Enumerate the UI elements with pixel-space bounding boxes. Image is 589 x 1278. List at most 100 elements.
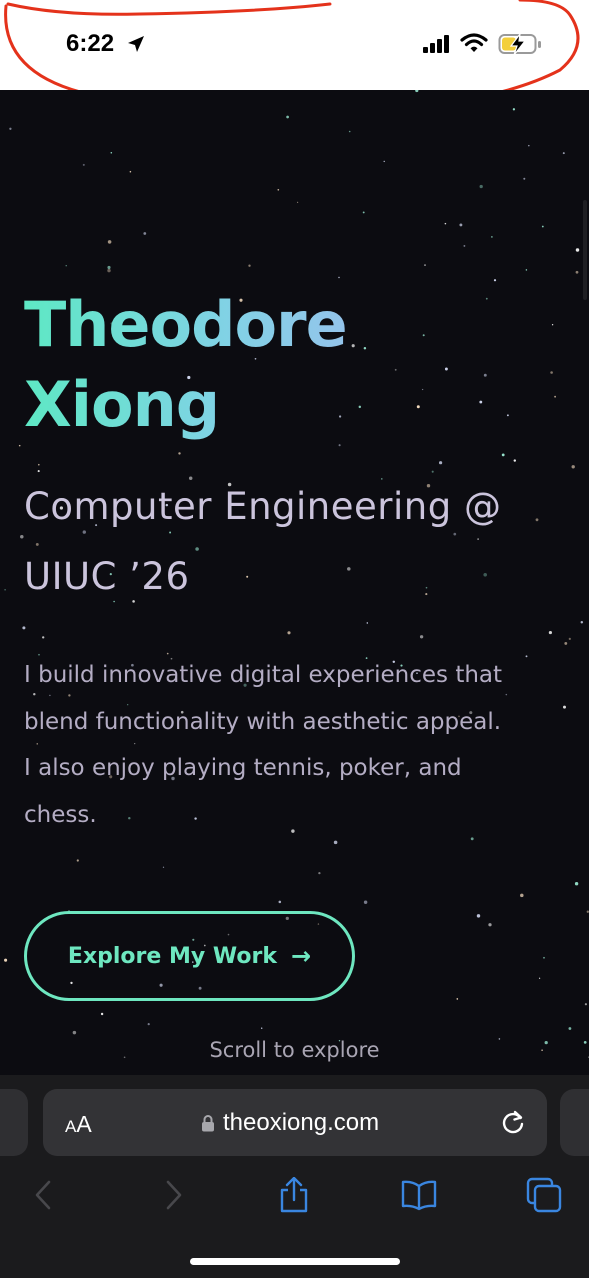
aa-large: A (76, 1111, 92, 1137)
star (362, 211, 365, 214)
status-bar: 6:22 (0, 0, 589, 90)
cellular-signal-icon (423, 35, 449, 53)
star (463, 244, 466, 247)
page-scrollbar[interactable] (583, 200, 587, 300)
star (278, 900, 282, 904)
star (580, 621, 584, 624)
address-bar[interactable]: AA theoxiong.com (43, 1089, 547, 1156)
star (574, 882, 579, 886)
star (107, 240, 112, 244)
star (538, 977, 541, 979)
star (491, 236, 493, 238)
star (564, 641, 568, 645)
star (297, 201, 299, 203)
hero-name-line1: Theodore (24, 288, 347, 361)
star (525, 269, 528, 271)
star (38, 463, 40, 466)
star (575, 270, 579, 274)
home-indicator[interactable] (190, 1258, 400, 1265)
star (248, 264, 251, 267)
star (493, 279, 497, 282)
description-line3: I also enjoy playing tennis, poker, and (24, 755, 462, 781)
url-display[interactable]: theoxiong.com (201, 1107, 379, 1139)
star (333, 840, 338, 845)
star (348, 130, 351, 133)
star (456, 998, 459, 1000)
star (147, 1023, 150, 1026)
page-settings-button[interactable]: AA (65, 1111, 92, 1138)
star (363, 900, 368, 904)
star (129, 170, 132, 173)
arrow-right-icon: → (290, 942, 312, 970)
star (65, 265, 67, 267)
hero-subtitle-line2: UIUC ’26 (24, 555, 190, 598)
star (528, 144, 530, 147)
star (424, 264, 426, 266)
location-arrow-icon (128, 36, 144, 52)
star (162, 866, 165, 868)
star (512, 108, 516, 111)
star (551, 324, 554, 326)
lock-icon (202, 1115, 214, 1132)
star (479, 184, 483, 189)
star (261, 1027, 263, 1029)
reload-icon[interactable] (499, 1109, 527, 1137)
tabs-icon[interactable] (526, 1177, 562, 1213)
star (554, 395, 556, 398)
star (513, 459, 516, 462)
star (286, 115, 289, 119)
star (415, 90, 419, 93)
star (523, 177, 526, 180)
hero-subtitle: Computer Engineering @ UIUC ’26 (24, 472, 569, 612)
star (571, 465, 575, 469)
star (459, 223, 463, 227)
star (178, 452, 181, 455)
star (568, 1027, 572, 1030)
star (575, 248, 580, 252)
star (506, 414, 509, 417)
star (42, 636, 45, 639)
star (476, 914, 481, 918)
previous-tab-peek[interactable] (0, 1089, 28, 1156)
star (488, 923, 492, 927)
scroll-hint: Scroll to explore (209, 1038, 380, 1062)
star (22, 626, 26, 630)
star (520, 893, 524, 898)
next-tab-peek[interactable] (560, 1089, 589, 1156)
bookmarks-icon[interactable] (401, 1177, 437, 1213)
star (501, 453, 505, 457)
share-icon[interactable] (276, 1177, 312, 1213)
star (277, 188, 280, 191)
star (483, 373, 487, 377)
star (419, 635, 424, 639)
star (479, 400, 483, 404)
star (82, 163, 85, 166)
hero-name: Theodore Xiong (24, 285, 444, 445)
hero-name-line2: Xiong (24, 368, 220, 441)
star (485, 297, 488, 300)
star (541, 225, 544, 228)
explore-my-work-button[interactable]: Explore My Work → (24, 911, 355, 1001)
back-icon[interactable] (26, 1177, 62, 1213)
hero-description: I build innovative digital experiences t… (24, 652, 569, 838)
star (444, 222, 447, 225)
star (110, 151, 113, 154)
star (143, 232, 147, 235)
star (76, 859, 79, 862)
hero-section: Theodore Xiong Computer Engineering @ UI… (0, 90, 589, 1075)
star (72, 1030, 77, 1035)
aa-small: A (65, 1117, 77, 1136)
star (287, 631, 291, 635)
star (548, 631, 552, 635)
star (366, 622, 369, 624)
forward-icon[interactable] (155, 1177, 191, 1213)
cta-label: Explore My Work (67, 943, 277, 969)
star (9, 127, 12, 130)
safari-bottom-bar: AA theoxiong.com (0, 1075, 589, 1278)
star (444, 367, 448, 371)
description-line4: chess. (24, 801, 97, 828)
url-text: theoxiong.com (223, 1109, 380, 1136)
star (338, 276, 340, 279)
star (550, 371, 553, 374)
star (107, 265, 111, 270)
